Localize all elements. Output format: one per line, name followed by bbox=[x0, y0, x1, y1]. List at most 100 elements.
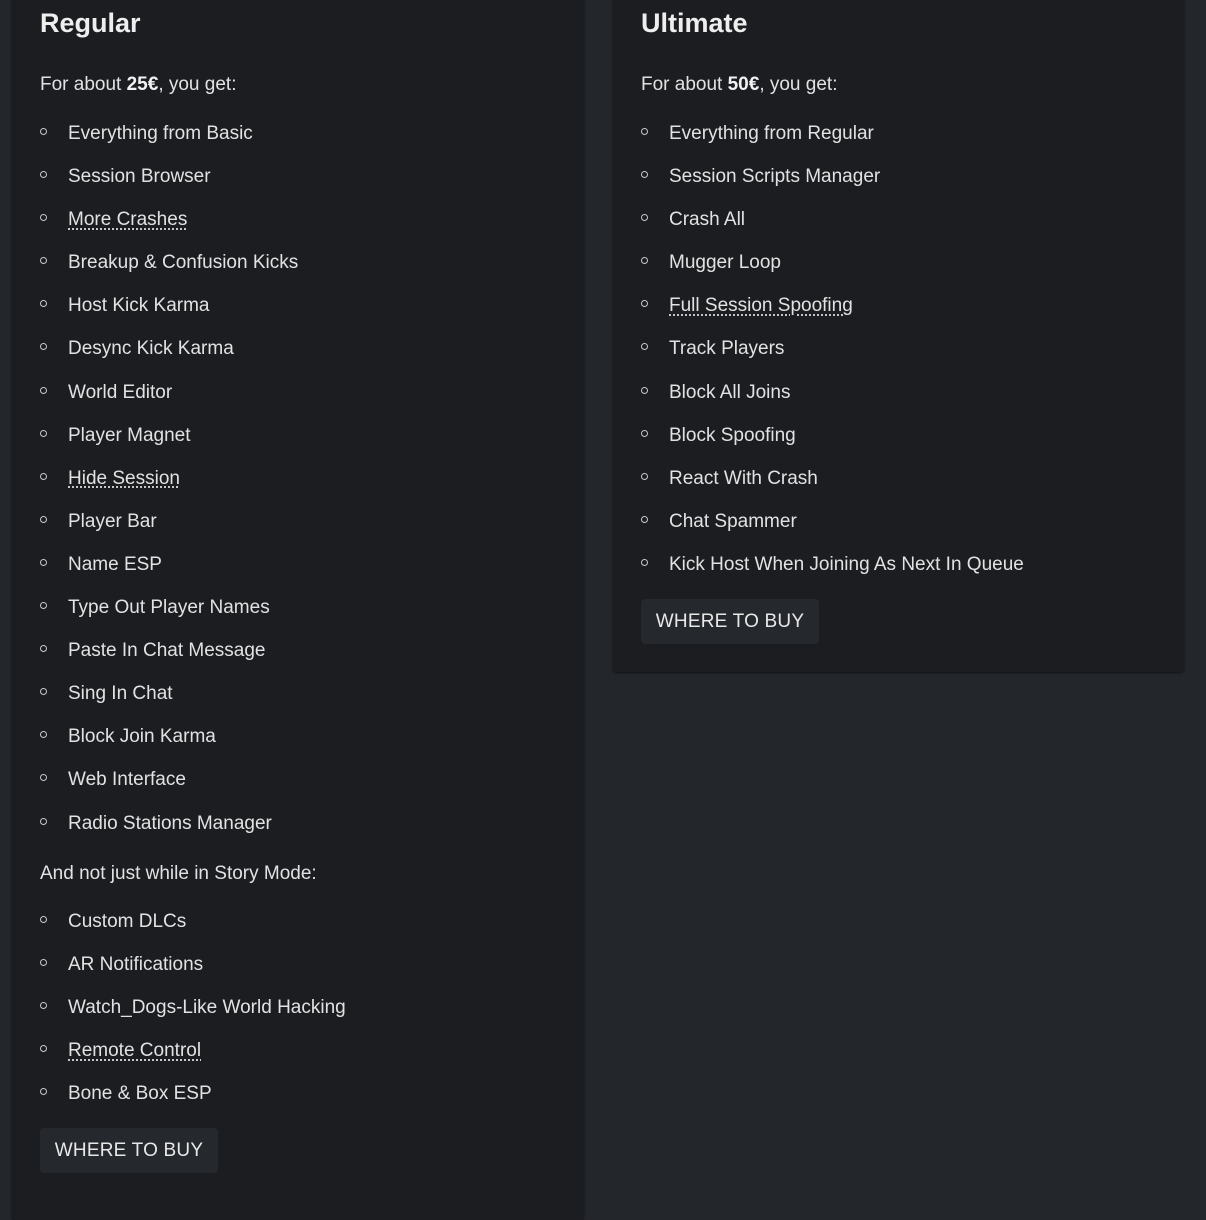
circle-bullet-icon bbox=[40, 774, 47, 782]
feature-item: Type Out Player Names bbox=[40, 598, 298, 641]
circle-bullet-icon bbox=[641, 386, 648, 394]
feature-label: Chat Spammer bbox=[669, 510, 797, 532]
feature-item: Mugger Loop bbox=[641, 253, 1024, 296]
circle-bullet-icon bbox=[40, 472, 47, 480]
feature-item[interactable]: Full Session Spoofing bbox=[641, 296, 1024, 339]
circle-bullet-icon bbox=[40, 817, 47, 825]
feature-label: Track Players bbox=[669, 338, 785, 360]
feature-tooltip-link[interactable]: Hide Session bbox=[68, 468, 180, 489]
circle-bullet-icon bbox=[641, 429, 648, 437]
feature-item: World Editor bbox=[40, 381, 298, 426]
feature-label: Mugger Loop bbox=[669, 252, 781, 274]
feature-list: Everything from Basic Session Browser More… bbox=[40, 124, 298, 857]
feature-item: Block All Joins bbox=[641, 381, 1024, 426]
circle-bullet-icon bbox=[641, 300, 648, 308]
circle-bullet-icon bbox=[40, 300, 47, 308]
feature-label: World Editor bbox=[68, 381, 173, 403]
feature-label: Player Magnet bbox=[68, 424, 191, 446]
circle-bullet-icon bbox=[40, 688, 47, 696]
feature-label: Crash All bbox=[669, 209, 746, 231]
feature-tooltip-link[interactable]: Full Session Spoofing bbox=[669, 295, 853, 316]
feature-item: Block Spoofing bbox=[641, 424, 1024, 469]
feature-label: Block All Joins bbox=[669, 381, 791, 403]
feature-label: Everything from Regular bbox=[669, 123, 874, 144]
circle-bullet-icon bbox=[641, 343, 648, 351]
price: 50€ bbox=[727, 74, 760, 95]
feature-label: Player Bar bbox=[68, 510, 157, 532]
intro-suffix: , you get: bbox=[158, 74, 237, 95]
feature-label: Host Kick Karma bbox=[68, 295, 210, 317]
feature-item: React With Crash bbox=[641, 467, 1024, 512]
feature-label: Paste In Chat Message bbox=[68, 640, 266, 662]
circle-bullet-icon bbox=[641, 128, 648, 135]
feature-item: Watch_Dogs-Like World Hacking bbox=[40, 998, 346, 1041]
feature-item: Breakup & Confusion Kicks bbox=[40, 253, 298, 296]
circle-bullet-icon bbox=[40, 128, 47, 135]
circle-bullet-icon bbox=[40, 171, 47, 179]
circle-bullet-icon bbox=[40, 214, 47, 222]
circle-bullet-icon bbox=[40, 429, 47, 437]
circle-bullet-icon bbox=[40, 515, 47, 523]
feature-item: Sing In Chat bbox=[40, 684, 298, 727]
circle-bullet-icon bbox=[641, 171, 648, 179]
circle-bullet-icon bbox=[40, 731, 47, 739]
story-mode-intro: And not just while in Story Mode: bbox=[40, 863, 317, 884]
feature-label: AR Notifications bbox=[68, 954, 204, 976]
intro-suffix: , you get: bbox=[759, 74, 838, 95]
feature-item: Block Join Karma bbox=[40, 727, 298, 770]
feature-item[interactable]: Remote Control bbox=[40, 1041, 346, 1084]
ultimate-tier-card: Ultimate For about 50€, you get: Everyth… bbox=[613, 0, 1184, 672]
feature-item: Bone & Box ESP bbox=[40, 1084, 346, 1127]
circle-bullet-icon bbox=[641, 472, 648, 480]
feature-label: Block Spoofing bbox=[669, 424, 796, 446]
feature-label: Bone & Box ESP bbox=[68, 1083, 212, 1105]
feature-item: Name ESP bbox=[40, 554, 298, 598]
circle-bullet-icon bbox=[641, 257, 648, 265]
tier-title: Regular bbox=[40, 8, 141, 38]
feature-label: Kick Host When Joining As Next In Queue bbox=[669, 553, 1024, 575]
feature-tooltip-link[interactable]: Remote Control bbox=[68, 1040, 201, 1061]
where-to-buy-button[interactable]: WHERE TO BUY bbox=[40, 1128, 218, 1173]
feature-item[interactable]: More Crashes bbox=[40, 210, 298, 253]
feature-item: Radio Stations Manager bbox=[40, 812, 298, 857]
feature-item: Crash All bbox=[641, 210, 1024, 253]
feature-label: Session Scripts Manager bbox=[669, 166, 881, 188]
price: 25€ bbox=[126, 74, 159, 95]
feature-label: Watch_Dogs-Like World Hacking bbox=[68, 997, 346, 1019]
feature-item: Kick Host When Joining As Next In Queue bbox=[641, 553, 1024, 598]
feature-label: React With Crash bbox=[669, 467, 818, 489]
circle-bullet-icon bbox=[40, 959, 47, 967]
feature-item: Player Magnet bbox=[40, 424, 298, 469]
story-feature-list: Custom DLCs AR Notifications Watch_Dogs-Li… bbox=[40, 912, 346, 1127]
feature-tooltip-link[interactable]: More Crashes bbox=[68, 209, 187, 230]
circle-bullet-icon bbox=[40, 645, 47, 653]
circle-bullet-icon bbox=[40, 386, 47, 394]
feature-list: Everything from Regular Session Scripts M… bbox=[641, 124, 1024, 598]
feature-item: AR Notifications bbox=[40, 955, 346, 998]
price-intro: For about 25€, you get: bbox=[40, 74, 236, 96]
feature-item: Track Players bbox=[641, 339, 1024, 382]
feature-item: Player Bar bbox=[40, 510, 298, 555]
feature-item: Chat Spammer bbox=[641, 510, 1024, 555]
circle-bullet-icon bbox=[40, 916, 47, 923]
regular-tier-card: Regular For about 25€, you get: Everythi… bbox=[12, 0, 584, 1220]
feature-item: Custom DLCs bbox=[40, 912, 346, 955]
intro-prefix: For about bbox=[40, 74, 127, 95]
feature-label: Web Interface bbox=[68, 769, 186, 791]
circle-bullet-icon bbox=[641, 515, 648, 523]
circle-bullet-icon bbox=[40, 1088, 47, 1096]
feature-item: Web Interface bbox=[40, 770, 298, 813]
circle-bullet-icon bbox=[40, 1045, 47, 1053]
feature-label: Desync Kick Karma bbox=[68, 338, 234, 360]
intro-prefix: For about bbox=[641, 74, 728, 95]
where-to-buy-button[interactable]: WHERE TO BUY bbox=[641, 599, 819, 644]
circle-bullet-icon bbox=[641, 558, 648, 566]
feature-label: Radio Stations Manager bbox=[68, 812, 272, 834]
feature-item[interactable]: Hide Session bbox=[40, 468, 298, 512]
circle-bullet-icon bbox=[40, 558, 47, 566]
feature-item: Paste In Chat Message bbox=[40, 641, 298, 684]
feature-item: Session Browser bbox=[40, 167, 298, 210]
feature-label: Custom DLCs bbox=[68, 911, 187, 932]
feature-item: Session Scripts Manager bbox=[641, 167, 1024, 210]
circle-bullet-icon bbox=[40, 602, 47, 610]
